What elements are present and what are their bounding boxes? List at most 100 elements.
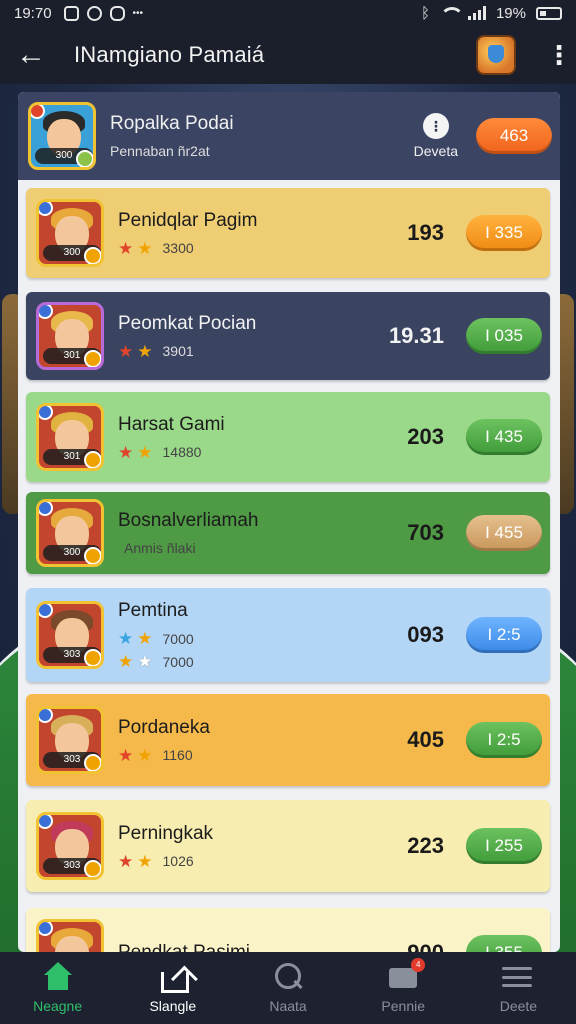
avatar: 303 (36, 601, 104, 669)
avatar: 301 (36, 403, 104, 471)
rating-value: 3901 (162, 343, 194, 359)
nav-item-home[interactable]: Neagne (0, 952, 115, 1024)
rank-badge-icon (39, 922, 53, 936)
price-button[interactable]: I 335 (466, 215, 542, 251)
nav-label: Slangle (149, 998, 197, 1014)
player-name: Perningkak (118, 822, 214, 844)
app-bar: ← INamgiano Pamaiá ⋮ (0, 26, 576, 84)
score-value: 203 (407, 424, 444, 449)
list-item[interactable]: 301 Peomkat Pocian ★ ★ 3901 19.31 I 035 (26, 292, 550, 380)
battery-percent: 19% (495, 4, 526, 22)
star-icon: ★ (137, 442, 153, 462)
nav-label: Neagne (33, 998, 83, 1014)
star-icon: ★ (118, 341, 134, 361)
header-name: Ropalka Podai (110, 113, 234, 134)
notification-icon (63, 5, 79, 21)
level-badge-icon (76, 150, 93, 167)
star-icon: ★ (118, 652, 134, 671)
score-value: 900 (384, 940, 444, 952)
star-icon: ★ (118, 629, 134, 648)
details-label: Deveta (413, 143, 458, 159)
header-price-button[interactable]: 463 (476, 118, 552, 154)
info-icon: ⋮ (422, 113, 449, 139)
list-item[interactable]: 301 Pendkat Pasimi900 I 355 (26, 908, 550, 952)
price-button[interactable]: I 2:5 (466, 722, 542, 758)
star-icon: ★ (118, 745, 134, 765)
player-name: Harsat Gami (118, 413, 225, 435)
back-arrow-icon[interactable]: ← (16, 40, 56, 70)
rank-badge-icon (39, 202, 53, 216)
star-icon: ★ (118, 238, 134, 258)
trophy-icon[interactable] (476, 35, 516, 75)
menu-icon (502, 962, 534, 992)
rating-value: Anmis ñlaki (124, 540, 196, 556)
list-item[interactable]: 303 Pemtina ★ ★ 7000 ★ ★ 7000 093 I 2:5 (26, 588, 550, 682)
star-icon: ★ (118, 442, 134, 462)
rating-value: 14880 (162, 444, 202, 460)
nav-item-search[interactable]: Naata (230, 952, 345, 1024)
rating-value: 7000 (162, 630, 194, 647)
page-title: INamgiano Pamaiá (74, 42, 265, 67)
header-subtitle: Pennaban ñr2at (110, 143, 210, 159)
settings-notification-icon (86, 5, 102, 21)
score-value: 405 (407, 727, 444, 752)
list-item[interactable]: 303 Perningkak ★ ★ 1026 223 I 255 (26, 800, 550, 892)
star-icon: ★ (137, 629, 153, 648)
star-icon: ★ (137, 652, 153, 671)
more-options-icon[interactable]: ⋮ (546, 42, 572, 68)
avatar: 303 (36, 812, 104, 880)
player-name: Peomkat Pocian (118, 312, 257, 334)
more-notifications-icon: ••• (132, 7, 144, 19)
player-name: Bosnalverliamah (118, 510, 259, 531)
bluetooth-icon: ᛒ (420, 4, 430, 22)
rank-badge-icon (39, 305, 53, 319)
level-badge-icon (84, 547, 101, 564)
player-name: Pordaneka (118, 716, 210, 738)
level-badge-icon (84, 754, 101, 771)
star-icon: ★ (118, 851, 134, 871)
score-value: 703 (407, 520, 444, 545)
list-item[interactable]: 303 Pordaneka ★ ★ 1160 405 I 2:5 (26, 694, 550, 786)
player-name: Pendkat Pasimi (118, 942, 384, 952)
level-badge-icon (84, 247, 101, 264)
search-icon (272, 962, 304, 992)
nav-item-messages[interactable]: 4 Pennie (346, 952, 461, 1024)
rank-badge-icon (31, 105, 45, 119)
avatar: 300 (28, 102, 96, 170)
rank-badge-icon (39, 502, 53, 516)
score-value: 093 (407, 622, 444, 647)
player-name: Penidqlar Pagim (118, 209, 258, 231)
list-item[interactable]: 300 Penidqlar Pagim ★ ★ 3300 193 I 335 (26, 188, 550, 278)
rank-badge-icon (39, 406, 53, 420)
home-outline-icon (157, 962, 189, 993)
player-name: Pemtina (118, 600, 188, 621)
list-item[interactable]: 301 Harsat Gami ★ ★ 14880 203 I 435 (26, 392, 550, 482)
leaderboard-list: 300 Ropalka Podai Pennaban ñr2at ⋮ Devet… (18, 92, 560, 952)
battery-icon (536, 6, 562, 20)
nav-item-menu[interactable]: Deete (461, 952, 576, 1024)
rating-value: 3300 (162, 240, 194, 256)
nav-label: Naata (269, 998, 307, 1014)
price-button[interactable]: I 435 (466, 419, 542, 455)
score-value: 19.31 (388, 323, 444, 348)
list-header[interactable]: 300 Ropalka Podai Pennaban ñr2at ⋮ Devet… (18, 92, 560, 180)
avatar: 301 (36, 302, 104, 370)
status-bar: 19:70 ••• ᛒ 19% (0, 0, 576, 26)
score-value: 223 (407, 833, 444, 858)
star-icon: ★ (137, 745, 153, 765)
signal-icon (467, 6, 486, 20)
price-button[interactable]: I 2:5 (466, 617, 542, 653)
price-button[interactable]: I 035 (466, 318, 542, 354)
home-icon (42, 962, 74, 992)
price-button[interactable]: I 255 (466, 828, 542, 864)
price-button[interactable]: I 355 (466, 935, 542, 952)
price-button[interactable]: I 455 (466, 515, 542, 551)
details-button[interactable]: ⋮ Deveta (414, 113, 458, 159)
avatar: 300 (36, 499, 104, 567)
score-value: 193 (407, 220, 444, 245)
nav-item-slangle[interactable]: Slangle (115, 952, 230, 1024)
level-badge-icon (84, 350, 101, 367)
list-item[interactable]: 300 Bosnalverliamah Anmis ñlaki 703 I 455 (26, 492, 550, 574)
rating-value: 1026 (162, 853, 194, 869)
level-badge-icon (84, 649, 101, 666)
